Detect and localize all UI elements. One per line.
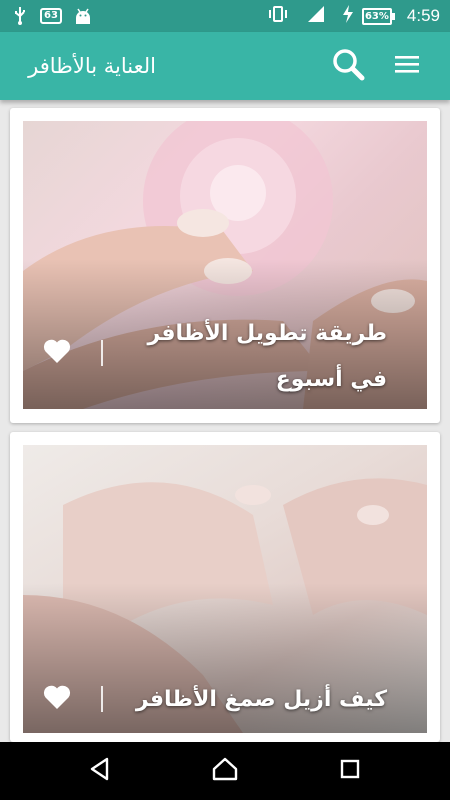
search-icon: [331, 47, 365, 85]
search-button[interactable]: [324, 42, 372, 90]
home-button[interactable]: [201, 747, 249, 795]
status-right: 63% 4:59: [268, 0, 440, 32]
battery-icon: 63%: [361, 7, 395, 25]
article-card[interactable]: كيف أزيل صمغ الأظافر: [10, 432, 440, 742]
back-button[interactable]: [76, 747, 124, 795]
favorite-button[interactable]: [39, 335, 75, 371]
notification-count: 63: [40, 8, 62, 24]
article-image[interactable]: طريقة تطويل الأظافر في أسبوع: [23, 121, 427, 409]
article-title[interactable]: طريقة تطويل الأظافر في أسبوع: [127, 311, 387, 403]
recent-apps-button[interactable]: [326, 747, 374, 795]
divider: [101, 340, 103, 366]
home-icon: [211, 756, 239, 786]
article-image[interactable]: كيف أزيل صمغ الأظافر: [23, 445, 427, 733]
charging-icon: [342, 4, 354, 28]
article-title[interactable]: كيف أزيل صمغ الأظافر: [87, 677, 387, 723]
heart-icon: [42, 337, 72, 369]
favorite-button[interactable]: [39, 681, 75, 717]
hamburger-menu-icon: [394, 54, 420, 78]
android-debug-icon: [74, 0, 92, 32]
app-title: العناية بالأظافر: [28, 54, 156, 78]
navigation-bar: [0, 742, 450, 800]
signal-icon: [306, 4, 326, 28]
article-card[interactable]: طريقة تطويل الأظافر في أسبوع: [10, 108, 440, 423]
app-bar: العناية بالأظافر: [0, 32, 450, 100]
recent-apps-icon: [338, 757, 362, 785]
divider: [101, 686, 103, 712]
menu-button[interactable]: [383, 42, 431, 90]
back-triangle-icon: [87, 756, 113, 786]
battery-percent: 63%: [364, 10, 389, 22]
notification-count-icon: 63: [40, 0, 62, 32]
vibrate-icon: [268, 4, 288, 28]
status-bar: 63 63% 4:59: [0, 0, 450, 32]
clock: 4:59: [406, 6, 440, 25]
heart-icon: [42, 683, 72, 715]
usb-icon: [12, 0, 28, 32]
